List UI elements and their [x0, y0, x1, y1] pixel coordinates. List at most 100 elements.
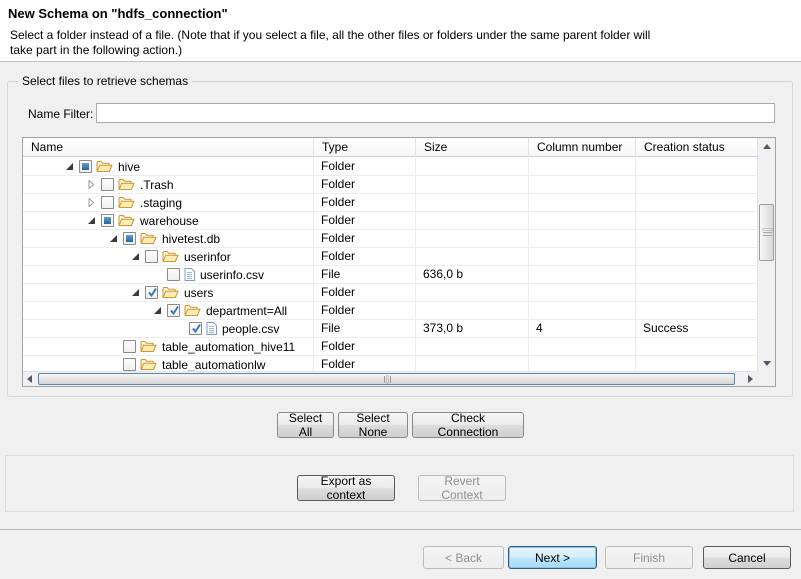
row-type-cell: Folder — [314, 338, 416, 355]
folder-icon — [118, 214, 135, 227]
column-header-creation-status[interactable]: Creation status — [636, 138, 757, 157]
column-header-column-number[interactable]: Column number — [529, 138, 636, 157]
row-checkbox[interactable] — [167, 268, 180, 281]
folder-icon — [162, 250, 179, 263]
row-size-cell — [416, 176, 529, 193]
row-column-number-cell — [529, 338, 636, 355]
row-creation-status-cell — [636, 176, 757, 193]
row-name-label: table_automation_hive11 — [162, 339, 295, 355]
thumb-grip-icon — [763, 229, 772, 230]
scroll-up-button[interactable] — [758, 138, 775, 154]
row-checkbox[interactable] — [101, 214, 114, 227]
row-size-cell — [416, 284, 529, 301]
arrow-up-icon — [763, 144, 771, 149]
row-column-number-cell — [529, 302, 636, 319]
table-row[interactable]: warehouseFolder — [23, 212, 757, 230]
table-row[interactable]: table_automationlwFolder — [23, 356, 757, 372]
table-row[interactable]: hiveFolder — [23, 158, 757, 176]
row-checkbox[interactable] — [123, 340, 136, 353]
next-button[interactable]: Next > — [508, 546, 597, 569]
select-all-button[interactable]: Select All — [277, 412, 334, 438]
row-column-number-cell — [529, 248, 636, 265]
folder-icon — [118, 178, 135, 191]
table-row[interactable]: usersFolder — [23, 284, 757, 302]
row-checkbox[interactable] — [123, 358, 136, 371]
name-filter-input[interactable] — [96, 103, 775, 123]
row-type-cell: Folder — [314, 302, 416, 319]
table-row[interactable]: .TrashFolder — [23, 176, 757, 194]
tree-name-cell: department=All — [23, 302, 314, 319]
row-type-cell: Folder — [314, 356, 416, 372]
tree-name-cell: table_automation_hive11 — [23, 338, 314, 355]
row-checkbox[interactable] — [145, 286, 158, 299]
row-column-number-cell — [529, 230, 636, 247]
expander-spacer — [153, 268, 167, 282]
row-creation-status-cell — [636, 212, 757, 229]
select-none-button[interactable]: Select None — [338, 412, 408, 438]
file-icon — [184, 268, 195, 281]
row-size-cell — [416, 212, 529, 229]
tree-expander-icon[interactable] — [87, 214, 101, 228]
vertical-scrollbar-thumb[interactable] — [759, 204, 774, 261]
table-row[interactable]: .stagingFolder — [23, 194, 757, 212]
export-as-context-button[interactable]: Export as context — [297, 475, 395, 501]
row-size-cell — [416, 338, 529, 355]
table-row[interactable]: hivetest.dbFolder — [23, 230, 757, 248]
context-panel — [5, 455, 794, 512]
row-type-cell: Folder — [314, 176, 416, 193]
column-header-type[interactable]: Type — [314, 138, 416, 157]
row-type-cell: File — [314, 266, 416, 283]
table-row[interactable]: table_automation_hive11 Folder — [23, 338, 757, 356]
horizontal-scrollbar-thumb[interactable] — [38, 373, 735, 385]
tree-expander-icon[interactable] — [131, 250, 145, 264]
column-header-name[interactable]: Name — [23, 138, 314, 157]
row-size-cell — [416, 230, 529, 247]
scroll-down-button[interactable] — [758, 355, 775, 371]
folder-icon — [140, 232, 157, 245]
row-type-cell: Folder — [314, 230, 416, 247]
row-checkbox[interactable] — [123, 232, 136, 245]
row-checkbox[interactable] — [101, 178, 114, 191]
row-type-cell: Folder — [314, 158, 416, 175]
row-checkbox[interactable] — [145, 250, 158, 263]
row-size-cell — [416, 356, 529, 372]
tree-expander-icon[interactable] — [87, 178, 101, 192]
row-type-cell: Folder — [314, 248, 416, 265]
row-size-cell — [416, 302, 529, 319]
folder-icon — [96, 160, 113, 173]
vertical-scrollbar[interactable] — [757, 138, 775, 371]
groupbox-label: Select files to retrieve schemas — [18, 74, 192, 88]
tree-name-cell: table_automationlw — [23, 356, 314, 372]
row-column-number-cell — [529, 212, 636, 229]
row-type-cell: Folder — [314, 284, 416, 301]
description-line-2: take part in the following action.) — [10, 43, 650, 58]
column-header-size[interactable]: Size — [416, 138, 529, 157]
row-checkbox[interactable] — [79, 160, 92, 173]
row-checkbox[interactable] — [101, 196, 114, 209]
tree-name-cell: userinfor — [23, 248, 314, 265]
row-name-label: userinfo.csv — [200, 267, 264, 283]
tree-name-cell: warehouse — [23, 212, 314, 229]
row-creation-status-cell — [636, 230, 757, 247]
check-connection-button[interactable]: Check Connection — [412, 412, 524, 438]
table-row[interactable]: people.csvFile373,0 b4Success — [23, 320, 757, 338]
tree-expander-icon[interactable] — [153, 304, 167, 318]
page-title: New Schema on "hdfs_connection" — [8, 6, 228, 21]
tree-expander-icon[interactable] — [109, 232, 123, 246]
tree-name-cell: .staging — [23, 194, 314, 211]
table-row[interactable]: department=AllFolder — [23, 302, 757, 320]
horizontal-scrollbar[interactable] — [23, 371, 757, 386]
expander-spacer — [175, 322, 189, 336]
table-row[interactable]: userinfo.csvFile636,0 b — [23, 266, 757, 284]
scroll-left-button[interactable] — [23, 372, 36, 386]
tree-expander-icon[interactable] — [87, 196, 101, 210]
scrollbar-corner — [757, 371, 775, 386]
tree-expander-icon[interactable] — [131, 286, 145, 300]
scroll-right-button[interactable] — [744, 372, 757, 386]
row-checkbox[interactable] — [167, 304, 180, 317]
cancel-button[interactable]: Cancel — [703, 546, 791, 569]
row-name-label: userinfor — [184, 249, 231, 265]
tree-expander-icon[interactable] — [65, 160, 79, 174]
row-checkbox[interactable] — [189, 322, 202, 335]
table-row[interactable]: userinfor Folder — [23, 248, 757, 266]
